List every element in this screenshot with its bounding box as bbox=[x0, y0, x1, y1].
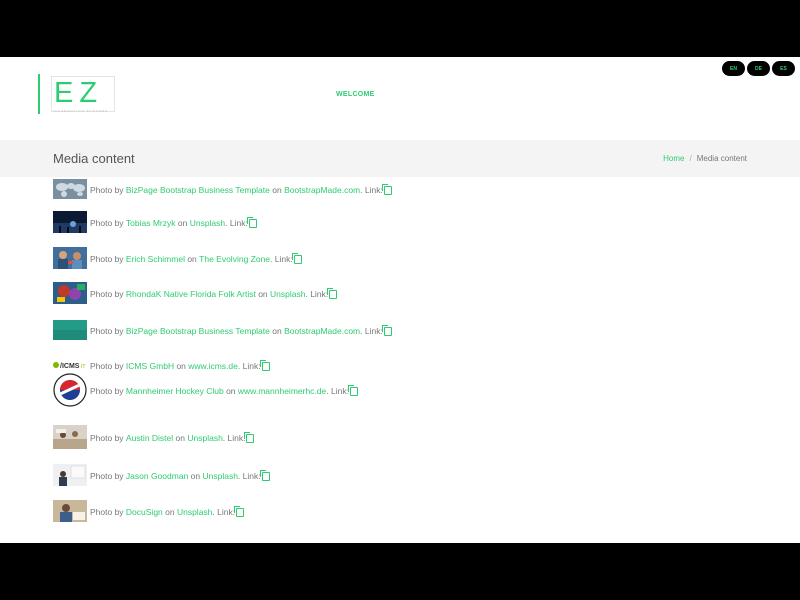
author-link[interactable]: Austin Distel bbox=[126, 433, 173, 443]
credit-link-label: . Link: bbox=[212, 507, 236, 517]
credit-on: on bbox=[174, 361, 189, 371]
media-thumbnail bbox=[53, 464, 87, 488]
media-thumbnail bbox=[53, 179, 87, 201]
media-item: Photo by Erich Schimmel on The Evolving … bbox=[53, 247, 302, 271]
copy-link-icon[interactable] bbox=[259, 359, 270, 371]
media-item: Photo by Mannheimer Hockey Club on www.m… bbox=[53, 373, 358, 409]
language-switcher: EN DE ES bbox=[722, 61, 795, 76]
media-thumbnail bbox=[53, 320, 87, 342]
credit-link-label: . Link: bbox=[222, 433, 246, 443]
credit-link-label: . Link: bbox=[360, 185, 383, 195]
copy-link-icon[interactable] bbox=[244, 431, 255, 443]
source-link[interactable]: www.icms.de bbox=[188, 361, 238, 371]
source-link[interactable]: The Evolving Zone bbox=[199, 254, 270, 264]
credit-link-label: . Link: bbox=[305, 289, 329, 299]
copy-link-icon[interactable] bbox=[327, 287, 338, 299]
credit-link-label: . Link: bbox=[237, 361, 261, 371]
credit-prefix: Photo by bbox=[90, 326, 126, 336]
author-link[interactable]: RhondaK Native Florida Folk Artist bbox=[126, 289, 256, 299]
media-thumbnail bbox=[53, 247, 87, 271]
copy-link-icon[interactable] bbox=[291, 252, 302, 264]
author-link[interactable]: Mannheimer Hockey Club bbox=[126, 386, 224, 396]
author-link[interactable]: Erich Schimmel bbox=[126, 254, 185, 264]
credit-prefix: Photo by bbox=[90, 289, 126, 299]
media-item: Photo by Austin Distel on Unsplash. Link… bbox=[53, 425, 255, 451]
copy-link-icon[interactable] bbox=[246, 216, 257, 228]
author-link[interactable]: BizPage Bootstrap Business Template bbox=[126, 326, 270, 336]
copy-link-icon[interactable] bbox=[234, 505, 245, 517]
source-link[interactable]: Unsplash bbox=[177, 507, 212, 517]
credit-on: on bbox=[184, 254, 200, 264]
media-item: Photo by BizPage Bootstrap Business Temp… bbox=[53, 320, 392, 342]
credit-prefix: Photo by bbox=[90, 254, 126, 264]
credit-on: on bbox=[255, 289, 271, 299]
credit-on: on bbox=[269, 326, 285, 336]
author-link[interactable]: Jason Goodman bbox=[126, 471, 188, 481]
credit-link-label: . Link: bbox=[225, 218, 248, 228]
credit-on: on bbox=[162, 507, 177, 517]
credit-prefix: Photo by bbox=[90, 507, 126, 517]
source-link[interactable]: Unsplash bbox=[190, 218, 225, 228]
lang-button-es[interactable]: ES bbox=[772, 61, 795, 76]
media-item: /ICMS IT Photo by ICMS GmbH on www.icms.de… bbox=[53, 359, 270, 372]
site-header: EZ INFORMATION SYSTEMS WELCOME EN DE ES bbox=[0, 57, 800, 140]
nav-welcome-link[interactable]: WELCOME bbox=[336, 91, 375, 98]
lang-button-de[interactable]: DE bbox=[747, 61, 770, 76]
credit-prefix: Photo by bbox=[90, 471, 126, 481]
media-thumbnail bbox=[53, 373, 87, 409]
source-link[interactable]: Unsplash bbox=[202, 471, 237, 481]
credit-on: on bbox=[175, 218, 190, 228]
credit-on: on bbox=[269, 185, 285, 195]
credit-prefix: Photo by bbox=[90, 218, 126, 228]
svg-text:IT: IT bbox=[81, 364, 85, 370]
lang-button-en[interactable]: EN bbox=[722, 61, 745, 76]
page-title-bar: Media content Home / Media content bbox=[0, 140, 800, 177]
breadcrumb-current: Media content bbox=[696, 154, 747, 163]
credit-prefix: Photo by bbox=[90, 386, 126, 396]
author-link[interactable]: BizPage Bootstrap Business Template bbox=[126, 185, 270, 195]
media-thumbnail bbox=[53, 425, 87, 451]
credit-on: on bbox=[223, 386, 238, 396]
media-item: Photo by DocuSign on Unsplash. Link: bbox=[53, 500, 245, 524]
ez-logo[interactable]: EZ INFORMATION SYSTEMS bbox=[38, 74, 116, 114]
credit-link-label: . Link: bbox=[326, 386, 349, 396]
media-item: Photo by Jason Goodman on Unsplash. Link… bbox=[53, 464, 270, 488]
media-item: Photo by RhondaK Native Florida Folk Art… bbox=[53, 282, 338, 306]
browser-viewport: EZ INFORMATION SYSTEMS WELCOME EN DE ES … bbox=[0, 57, 800, 543]
svg-text:/ICMS: /ICMS bbox=[60, 363, 80, 370]
credit-on: on bbox=[173, 433, 188, 443]
media-item: Photo by Tobias Mrzyk on Unsplash. Link: bbox=[53, 211, 257, 235]
credit-prefix: Photo by bbox=[90, 185, 126, 195]
breadcrumb-separator: / bbox=[689, 154, 692, 163]
source-link[interactable]: Unsplash bbox=[270, 289, 305, 299]
breadcrumb-home-link[interactable]: Home bbox=[663, 154, 684, 163]
logo-tagline: INFORMATION SYSTEMS bbox=[53, 109, 108, 113]
page-title: Media content bbox=[53, 151, 135, 166]
credit-link-label: . Link: bbox=[360, 326, 383, 336]
author-link[interactable]: Tobias Mrzyk bbox=[126, 218, 176, 228]
credit-on: on bbox=[188, 471, 203, 481]
credit-prefix: Photo by bbox=[90, 361, 126, 371]
copy-link-icon[interactable] bbox=[381, 324, 392, 336]
media-item: Photo by BizPage Bootstrap Business Temp… bbox=[53, 179, 392, 201]
source-link[interactable]: www.mannheimerhc.de bbox=[238, 386, 326, 396]
copy-link-icon[interactable] bbox=[259, 469, 270, 481]
logo-letters: EZ bbox=[54, 77, 104, 109]
media-thumbnail bbox=[53, 211, 87, 235]
author-link[interactable]: ICMS GmbH bbox=[126, 361, 174, 371]
author-link[interactable]: DocuSign bbox=[126, 507, 163, 517]
media-thumbnail bbox=[53, 282, 87, 306]
copy-link-icon[interactable] bbox=[347, 384, 358, 396]
source-link[interactable]: BootstrapMade.com bbox=[284, 326, 360, 336]
media-thumbnail: /ICMS IT bbox=[53, 360, 87, 372]
logo-accent-bar bbox=[38, 74, 40, 114]
copy-link-icon[interactable] bbox=[381, 183, 392, 195]
credit-prefix: Photo by bbox=[90, 433, 126, 443]
source-link[interactable]: BootstrapMade.com bbox=[284, 185, 360, 195]
source-link[interactable]: Unsplash bbox=[187, 433, 222, 443]
breadcrumb: Home / Media content bbox=[663, 154, 747, 163]
credit-link-label: . Link: bbox=[270, 254, 293, 264]
credit-link-label: . Link: bbox=[237, 471, 261, 481]
media-thumbnail bbox=[53, 500, 87, 524]
